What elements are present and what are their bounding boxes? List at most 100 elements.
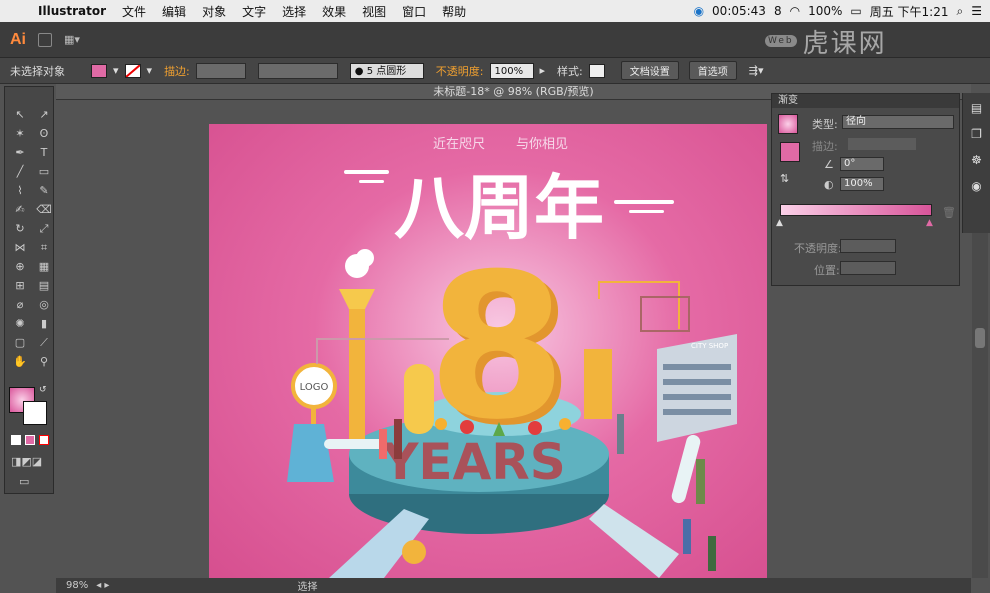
free-transform-tool-icon[interactable]: ⌗	[35, 240, 53, 255]
paintbrush-tool-icon[interactable]: ⌇	[11, 183, 29, 198]
menu-view[interactable]: 视图	[354, 3, 394, 20]
zoom-tool-icon[interactable]: ⚲	[35, 354, 53, 369]
column-graph-tool-icon[interactable]: ▮	[35, 316, 53, 331]
pipe-left	[324, 439, 384, 449]
eraser-tool-icon[interactable]: ⌫	[35, 202, 53, 217]
slice-tool-icon[interactable]: ⟋	[35, 335, 53, 350]
eyedropper-tool-icon[interactable]: ⌀	[11, 297, 29, 312]
brush-label: 5 点圆形	[366, 65, 407, 77]
stroke-label[interactable]: 描边:	[164, 63, 190, 79]
variable-width-field[interactable]	[257, 62, 338, 79]
opacity-arrow-icon[interactable]: ▸	[540, 64, 546, 77]
opacity-label[interactable]: 不透明度:	[436, 63, 484, 79]
appearance-icon[interactable]: ☸	[968, 153, 986, 171]
workspace-switcher[interactable]: Web	[765, 35, 797, 47]
list-icon[interactable]: ☰	[971, 4, 982, 18]
lasso-tool-icon[interactable]: ʘ	[35, 126, 53, 141]
line-tool-icon[interactable]: ╱	[11, 164, 29, 179]
mesh-tool-icon[interactable]: ⊞	[11, 278, 29, 293]
drawing-modes-icon[interactable]: ◨◩◪	[11, 455, 42, 468]
gradient-tool-icon[interactable]: ▤	[35, 278, 53, 293]
fill-swatch[interactable]	[91, 63, 107, 78]
hand-tool-icon[interactable]: ✋	[11, 354, 29, 369]
artboards-icon[interactable]: ❐	[968, 127, 986, 145]
document-setup-button[interactable]: 文档设置	[620, 61, 679, 80]
swap-colors-icon[interactable]: ↺	[39, 385, 47, 395]
menu-object[interactable]: 对象	[194, 3, 234, 20]
stroke-label: 描边:	[812, 140, 838, 153]
rectangle-tool-icon[interactable]: ▭	[35, 164, 53, 179]
pen-tool-icon[interactable]: ✒	[11, 145, 29, 160]
gradient-slider[interactable]	[780, 204, 932, 216]
vertical-scrollbar[interactable]	[972, 233, 988, 578]
pencil-tool-icon[interactable]: ✎	[35, 183, 53, 198]
bridge-icon[interactable]	[38, 32, 52, 47]
wifi-icon[interactable]: ◠	[790, 4, 800, 18]
color-mode-buttons	[11, 435, 49, 445]
search-icon[interactable]: ⌕	[957, 4, 964, 19]
zoom-level[interactable]: 98%	[66, 580, 88, 591]
artboard[interactable]: 近在咫尺 与你相见 八周年 8 8 YEARS LOGO CITY SHOP	[209, 124, 767, 578]
clock[interactable]: 周五 下午1:21	[870, 3, 949, 20]
stroke-color-box[interactable]	[23, 401, 47, 425]
delete-stop-icon[interactable]: 🗑	[942, 206, 956, 219]
menu-effect[interactable]: 效果	[314, 3, 354, 20]
fill-stroke-mini-icon[interactable]	[780, 142, 800, 162]
stroke-gradient-options[interactable]	[848, 138, 916, 150]
direct-selection-tool-icon[interactable]: ↗	[35, 107, 53, 122]
person-3	[617, 414, 624, 454]
menu-app-name[interactable]: Illustrator	[30, 4, 114, 18]
opacity-select[interactable]	[840, 239, 896, 253]
layers-icon[interactable]: ▤	[968, 101, 986, 119]
gradient-panel-tab[interactable]: 渐变	[772, 94, 959, 108]
opacity-input[interactable]: 100%	[489, 62, 534, 79]
shape-builder-tool-icon[interactable]: ⊕	[11, 259, 29, 274]
arrange-docs-icon[interactable]: ▦▾	[64, 33, 80, 46]
perspective-grid-tool-icon[interactable]: ▦	[35, 259, 53, 274]
menu-window[interactable]: 窗口	[394, 3, 434, 20]
graphic-styles-icon[interactable]: ◉	[968, 179, 986, 197]
aspect-icon: ◐	[824, 178, 834, 191]
battery-icon[interactable]: ▭	[850, 4, 861, 18]
artboard-nav[interactable]: ◂ ▸	[96, 580, 109, 591]
menu-help[interactable]: 帮助	[434, 3, 474, 20]
aspect-input[interactable]: 100%	[840, 177, 884, 191]
menu-type[interactable]: 文字	[234, 3, 274, 20]
width-tool-icon[interactable]: ⋈	[11, 240, 29, 255]
preferences-button[interactable]: 首选项	[688, 61, 737, 80]
menu-edit[interactable]: 编辑	[154, 3, 194, 20]
scale-tool-icon[interactable]: ⤢	[35, 221, 53, 236]
brush-definition[interactable]: ● 5 点圆形	[349, 62, 424, 79]
gradient-preview-swatch[interactable]	[778, 114, 798, 134]
scroll-thumb[interactable]	[975, 328, 985, 348]
menu-select[interactable]: 选择	[274, 3, 314, 20]
symbol-sprayer-tool-icon[interactable]: ✺	[11, 316, 29, 331]
fill-dropdown-icon[interactable]: ▾	[113, 64, 119, 77]
color-mode-icon[interactable]	[11, 435, 21, 445]
input-method-icon[interactable]: 8	[774, 4, 782, 18]
gradient-stop-right[interactable]: ▲	[926, 218, 933, 228]
angle-input[interactable]: 0°	[840, 157, 884, 171]
magic-wand-tool-icon[interactable]: ✶	[11, 126, 29, 141]
record-icon[interactable]: ◉	[694, 4, 704, 18]
reverse-gradient-icon[interactable]: ⇅	[780, 172, 789, 185]
menu-file[interactable]: 文件	[114, 3, 154, 20]
stroke-weight-field[interactable]	[195, 62, 246, 79]
screen-mode-icon[interactable]: ▭	[19, 475, 29, 488]
blend-tool-icon[interactable]: ◎	[35, 297, 53, 312]
arrange-icon[interactable]: ⇶▾	[749, 64, 764, 77]
stroke-swatch[interactable]	[124, 63, 141, 78]
graphic-style-swatch[interactable]	[588, 63, 605, 78]
none-mode-icon[interactable]	[39, 435, 49, 445]
gradient-type-select[interactable]: 径向	[842, 115, 954, 129]
rotate-tool-icon[interactable]: ↻	[11, 221, 29, 236]
type-tool-icon[interactable]: T	[35, 145, 53, 160]
selection-tool-icon[interactable]: ↖	[11, 107, 29, 122]
blob-brush-tool-icon[interactable]: ✍	[11, 202, 29, 217]
fruit-apple-2	[528, 421, 542, 435]
gradient-mode-icon[interactable]	[25, 435, 35, 445]
position-select[interactable]	[840, 261, 896, 275]
artboard-tool-icon[interactable]: ▢	[11, 335, 29, 350]
gradient-stop-left[interactable]: ▲	[776, 218, 783, 228]
stroke-dropdown-icon[interactable]: ▾	[147, 64, 153, 77]
